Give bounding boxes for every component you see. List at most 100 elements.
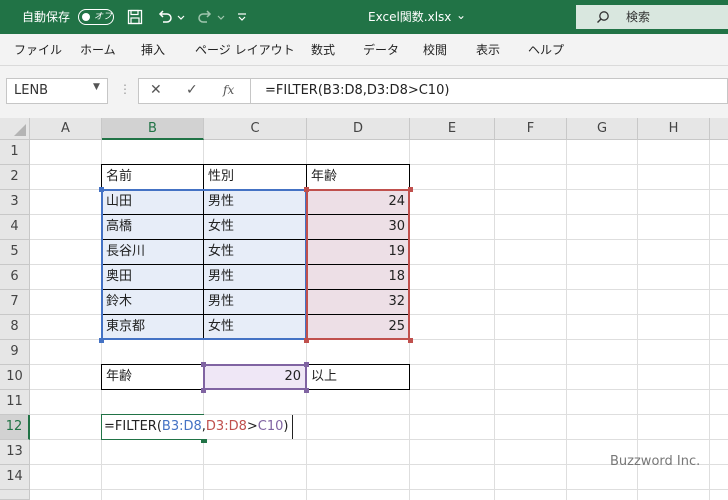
gridline	[30, 489, 728, 490]
row-header-6[interactable]: 6	[0, 265, 30, 290]
name-box[interactable]: LENB ▼	[6, 78, 108, 104]
table-cell-age[interactable]: 25	[307, 315, 409, 339]
column-header-e[interactable]: E	[410, 118, 495, 140]
tab-view[interactable]: 表示	[476, 42, 500, 58]
table-header-gender[interactable]: 性別	[204, 165, 306, 189]
more-options-icon[interactable]: ⋮	[119, 82, 131, 96]
table-cell-age[interactable]: 18	[307, 265, 409, 289]
criteria-label[interactable]: 年齢	[102, 365, 203, 389]
table-cell-name[interactable]: 東京都	[102, 315, 203, 339]
row-header-9[interactable]: 9	[0, 340, 30, 365]
chevron-down-icon[interactable]: ▼	[93, 82, 100, 92]
insert-function-icon[interactable]: fx	[223, 83, 234, 97]
file-name-caret[interactable]: ⌄	[456, 6, 466, 24]
tab-insert[interactable]: 挿入	[141, 42, 165, 58]
row-header-11[interactable]: 11	[0, 390, 30, 415]
row-header-4[interactable]: 4	[0, 215, 30, 240]
formula-operator: >	[246, 419, 258, 434]
select-all-corner[interactable]	[0, 118, 30, 140]
tab-home[interactable]: ホーム	[80, 42, 116, 58]
undo-icon[interactable]	[156, 8, 174, 26]
redo-icon[interactable]	[196, 8, 214, 26]
criteria-value[interactable]: 20	[205, 365, 305, 389]
formula-ref-c10: C10	[257, 419, 284, 434]
tab-help[interactable]: ヘルプ	[528, 42, 564, 58]
row-header-13[interactable]: 13	[0, 440, 30, 465]
autosave-state: オフ	[94, 12, 113, 22]
formula-input[interactable]: =FILTER(B3:D8,D3:D8>C10)	[250, 78, 728, 104]
undo-dropdown-icon[interactable]	[176, 8, 186, 26]
redo-dropdown-icon[interactable]	[216, 8, 226, 26]
search-placeholder: 検索	[626, 10, 651, 24]
customize-toolbar-icon[interactable]	[236, 8, 248, 26]
formula-ref-b3-d8: B3:D8	[161, 419, 202, 434]
table-cell-gender[interactable]: 男性	[204, 190, 306, 214]
table-cell-gender[interactable]: 男性	[204, 265, 306, 289]
row-header-7[interactable]: 7	[0, 290, 30, 315]
table-cell-name[interactable]: 鈴木	[102, 290, 203, 314]
table-cell-name[interactable]: 高橋	[102, 215, 203, 239]
table-cell-gender[interactable]: 女性	[204, 215, 306, 239]
table-cell-name[interactable]: 山田	[102, 190, 203, 214]
tab-review[interactable]: 校閲	[423, 42, 447, 58]
table-header-name[interactable]: 名前	[102, 165, 203, 189]
table-cell-age[interactable]: 24	[307, 190, 409, 214]
worksheet[interactable]: A B C D E F G H 1 2 3 4 5 6 7 8 9 10 11 …	[0, 118, 728, 500]
row-header-2[interactable]: 2	[0, 165, 30, 190]
toggle-knob	[82, 13, 90, 21]
row-header-15[interactable]	[0, 490, 30, 500]
tab-page-layout[interactable]: ページ レイアウト	[195, 42, 295, 58]
row-header-10[interactable]: 10	[0, 365, 30, 390]
column-header-b[interactable]: B	[102, 118, 204, 140]
column-header-d[interactable]: D	[307, 118, 410, 140]
formula-prefix: =FILTER(	[104, 419, 162, 434]
table-cell-gender[interactable]: 男性	[204, 290, 306, 314]
table-cell-name[interactable]: 奥田	[102, 265, 203, 289]
row-header-14[interactable]: 14	[0, 465, 30, 490]
criteria-suffix[interactable]: 以上	[307, 365, 409, 389]
row-header-8[interactable]: 8	[0, 315, 30, 340]
gridline	[494, 140, 495, 500]
gridline	[637, 140, 638, 500]
autosave-label: 自動保存	[22, 10, 71, 24]
file-name[interactable]: Excel関数.xlsx	[368, 8, 451, 26]
tab-formulas[interactable]: 数式	[311, 42, 335, 58]
search-box[interactable]: 検索	[576, 5, 728, 29]
column-header-c[interactable]: C	[204, 118, 307, 140]
table-cell-name[interactable]: 長谷川	[102, 240, 203, 264]
row-header-1[interactable]: 1	[0, 140, 30, 165]
gridline	[566, 140, 567, 500]
autosave-toggle[interactable]: オフ	[78, 9, 114, 25]
table-cell-age[interactable]: 30	[307, 215, 409, 239]
formula-buttons: ✕ ✓ fx	[138, 78, 250, 104]
cancel-icon[interactable]: ✕	[150, 82, 162, 98]
search-icon	[597, 11, 609, 23]
cell-b12-editor[interactable]: =FILTER(B3:D8,D3:D8>C10)	[102, 415, 294, 439]
row-header-3[interactable]: 3	[0, 190, 30, 215]
name-box-value: LENB	[14, 83, 49, 98]
ribbon-tabs: ファイル ホーム 挿入 ページ レイアウト 数式 データ 校閲 表示 ヘルプ	[0, 34, 728, 66]
table-header-age[interactable]: 年齢	[307, 165, 409, 189]
row-header-12[interactable]: 12	[0, 415, 30, 440]
row-header-5[interactable]: 5	[0, 240, 30, 265]
column-header-next[interactable]	[710, 118, 728, 140]
enter-icon[interactable]: ✓	[186, 82, 198, 98]
formula-ref-d3-d8: D3:D8	[205, 419, 247, 434]
save-icon[interactable]	[126, 8, 144, 26]
title-bar: 自動保存 オフ Excel関数.xlsx ⌄ 検索	[0, 0, 728, 34]
watermark: Buzzword Inc.	[610, 454, 701, 469]
formula-close: )	[283, 419, 289, 434]
select-all-icon	[14, 124, 26, 136]
table-cell-age[interactable]: 19	[307, 240, 409, 264]
tab-file[interactable]: ファイル	[14, 42, 62, 58]
formula-text: =FILTER(B3:D8,D3:D8>C10)	[265, 83, 450, 98]
table-cell-age[interactable]: 32	[307, 290, 409, 314]
gridline	[709, 140, 710, 500]
tab-data[interactable]: データ	[363, 42, 399, 58]
column-header-h[interactable]: H	[638, 118, 710, 140]
table-cell-gender[interactable]: 女性	[204, 315, 306, 339]
table-cell-gender[interactable]: 女性	[204, 240, 306, 264]
column-header-g[interactable]: G	[567, 118, 638, 140]
column-header-f[interactable]: F	[495, 118, 567, 140]
column-header-a[interactable]: A	[30, 118, 102, 140]
